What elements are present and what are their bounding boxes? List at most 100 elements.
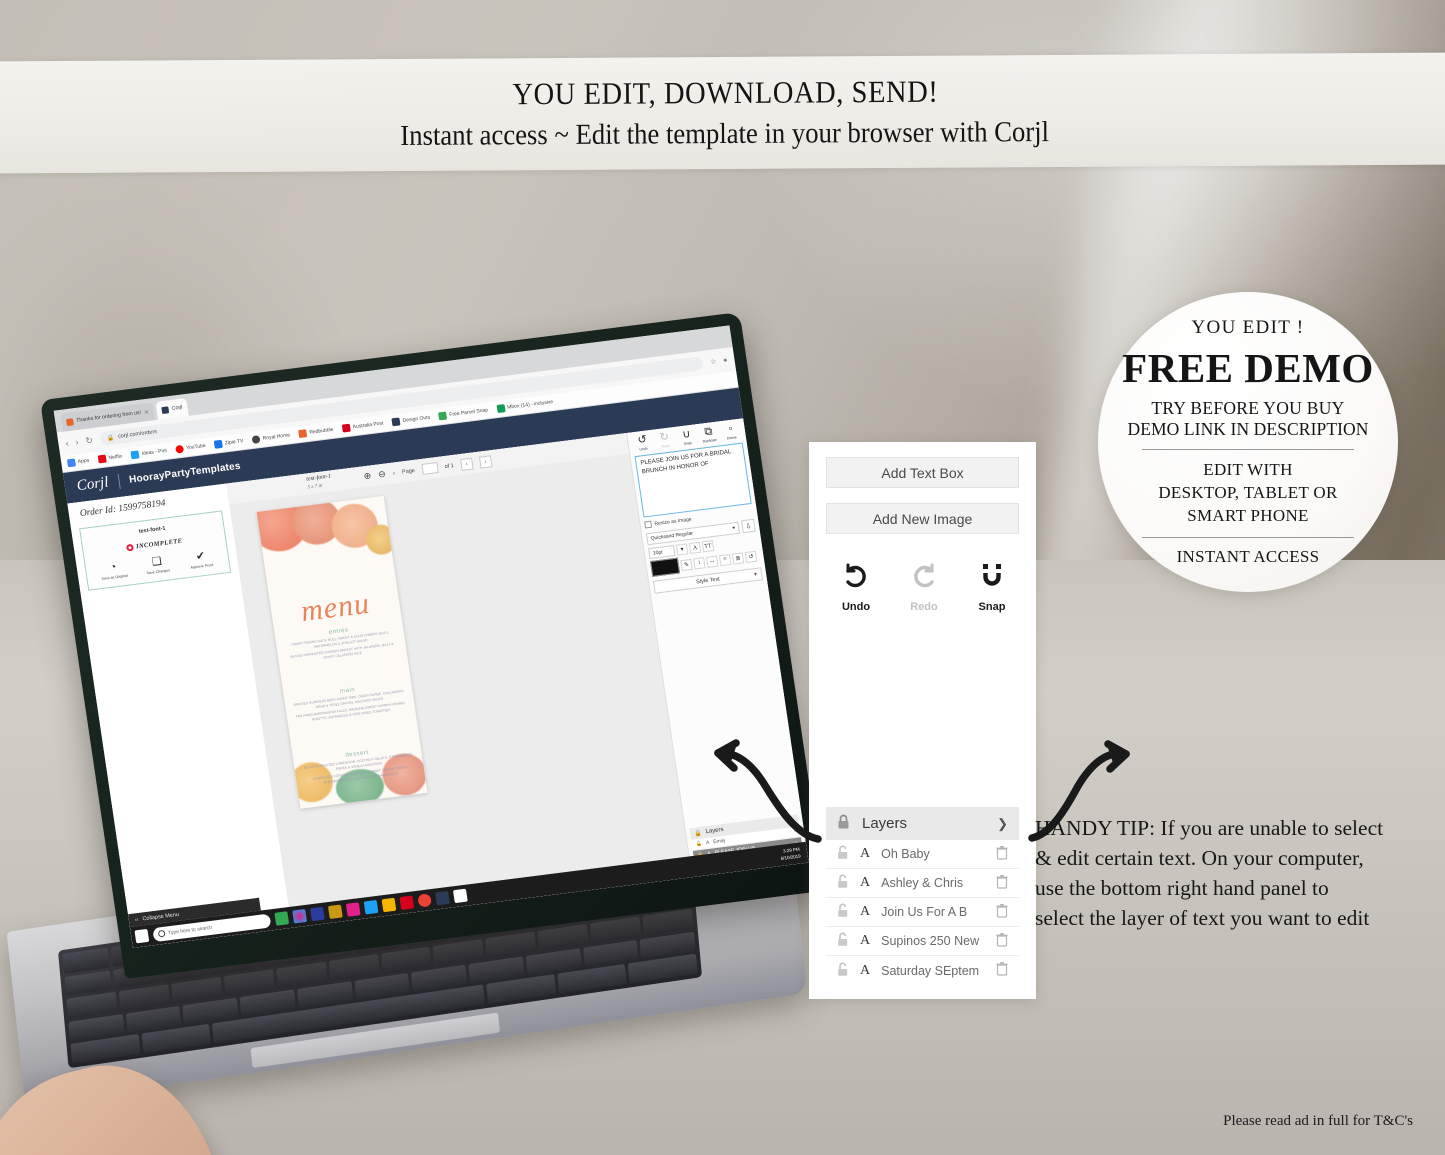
- terms-footer: Please read ad in full for T&C's: [1223, 1113, 1413, 1129]
- delete-icon[interactable]: ▫: [392, 469, 396, 477]
- taskbar-app-icon[interactable]: [345, 902, 361, 917]
- layer-row[interactable]: A Join Us For A B: [826, 898, 1019, 927]
- save-original-button[interactable]: ◔ Save as Original: [98, 561, 130, 582]
- close-icon[interactable]: ✕: [144, 408, 150, 416]
- taskbar-app-icon[interactable]: [327, 904, 343, 919]
- handy-tip-text: HANDY TIP: If you are unable to select &…: [1035, 813, 1445, 933]
- key: [62, 947, 110, 974]
- add-text-box-button[interactable]: Add Text Box: [826, 457, 1019, 488]
- line-height-icon[interactable]: ↕: [693, 556, 706, 570]
- trash-icon[interactable]: [996, 903, 1008, 921]
- curve-text-icon[interactable]: ↺: [744, 550, 758, 563]
- forward-icon[interactable]: ›: [75, 437, 79, 447]
- eyedropper-icon[interactable]: ✎: [680, 558, 693, 571]
- bookmark-item[interactable]: Design Outs: [391, 414, 431, 427]
- text-content-input[interactable]: PLEASE JOIN US FOR A BRIDAL BRUNCH IN HO…: [634, 442, 752, 518]
- bookmark-favicon: [251, 435, 261, 444]
- align-left-icon[interactable]: ≡: [718, 553, 732, 566]
- save-changes-button[interactable]: ❑ Save Changes: [141, 555, 173, 576]
- font-scale-icon[interactable]: A: [688, 541, 702, 554]
- back-icon[interactable]: ‹: [65, 438, 69, 448]
- bookmark-item[interactable]: Mbox (14) - inclusive: [496, 398, 554, 414]
- taskbar-app-icon[interactable]: [363, 899, 379, 915]
- profile-icon[interactable]: ●: [723, 356, 728, 363]
- next-page-button[interactable]: ›: [478, 454, 493, 469]
- editor-delete-button[interactable]: ▫ Delete: [720, 423, 742, 441]
- trash-icon[interactable]: [996, 962, 1008, 979]
- text-color-swatch[interactable]: [650, 557, 681, 577]
- page-number-input[interactable]: [420, 462, 439, 475]
- menu-card-artwork[interactable]: menu entrée CRISPY PEKING DUCK ROLL, SWE…: [256, 495, 428, 809]
- zoom-out-icon[interactable]: ⊖: [377, 469, 386, 481]
- corjl-logo[interactable]: Corjl: [76, 474, 110, 495]
- badge-sub-1: TRY BEFORE YOU BUY: [1151, 398, 1345, 419]
- editor-redo-button[interactable]: ↻ Redo: [654, 431, 676, 449]
- layer-row[interactable]: A Oh Baby: [826, 840, 1019, 869]
- snap-button[interactable]: Snap: [971, 562, 1013, 613]
- browser-tab-1[interactable]: Corjl: [155, 397, 189, 420]
- chevron-down-icon[interactable]: ❯: [997, 816, 1008, 832]
- trash-icon[interactable]: [996, 874, 1008, 892]
- redo-button[interactable]: Redo: [903, 562, 945, 613]
- bookmark-favicon: [214, 439, 224, 449]
- bookmark-item[interactable]: Australia Post: [341, 419, 384, 433]
- layer-row[interactable]: A Saturday SEptem: [826, 956, 1019, 985]
- taskbar-app-icon[interactable]: [435, 890, 450, 906]
- layer-row[interactable]: A Supinos 250 New: [826, 927, 1019, 956]
- lock-open-icon[interactable]: [837, 932, 849, 950]
- layers-panel-header[interactable]: Layers ❯: [826, 807, 1019, 840]
- layer-row[interactable]: A Ashley & Chris: [826, 869, 1019, 898]
- font-upload-button[interactable]: ⇩: [741, 518, 756, 534]
- design-canvas[interactable]: ⊕ ⊖ ▫ Page of 1 ‹ › test-font-1 5 x 7 in: [226, 433, 692, 928]
- undo-button[interactable]: Undo: [835, 562, 877, 613]
- bookmark-item[interactable]: Redbubble: [298, 426, 334, 439]
- lock-open-icon[interactable]: [837, 845, 849, 863]
- bookmark-item[interactable]: Zipie TV: [214, 437, 244, 449]
- bookmark-item[interactable]: Ideas - Pint: [130, 447, 168, 460]
- uppercase-icon[interactable]: TT: [701, 540, 715, 553]
- taskbar-app-icon[interactable]: [274, 911, 290, 926]
- add-new-image-button[interactable]: Add New Image: [826, 503, 1019, 534]
- start-button[interactable]: [134, 928, 150, 944]
- taskbar-app-icon[interactable]: [452, 888, 468, 904]
- tab-favicon: [65, 417, 74, 426]
- prev-page-button[interactable]: ‹: [459, 457, 474, 471]
- zoom-in-icon[interactable]: ⊕: [363, 470, 372, 482]
- bookmark-label: Ideas - Pint: [141, 447, 168, 457]
- approve-proof-button[interactable]: ✔ Approve Proof: [185, 550, 217, 571]
- bookmark-item[interactable]: Netflix: [97, 452, 123, 464]
- lock-open-icon-svg: [838, 932, 848, 946]
- taskbar-app-icon[interactable]: [292, 908, 308, 924]
- bookmark-item[interactable]: Apps: [66, 457, 90, 468]
- proof-card[interactable]: test-font-1 INCOMPLETE ◔ Save as Origina…: [79, 510, 232, 591]
- trash-icon[interactable]: [996, 845, 1008, 863]
- editor-duplicate-button[interactable]: ⧉ Duplicate: [698, 425, 720, 444]
- lock-icon: 🔒: [106, 434, 115, 442]
- lock-open-icon-svg: [838, 962, 848, 976]
- handy-tip-line-2: & edit certain text. On your computer,: [1035, 846, 1364, 871]
- lock-open-icon[interactable]: [837, 962, 849, 980]
- reload-icon[interactable]: ↻: [85, 435, 94, 447]
- lock-open-icon[interactable]: [837, 874, 849, 892]
- font-size-select[interactable]: 10pt: [648, 544, 676, 560]
- header-divider: [117, 474, 121, 490]
- lock-open-icon[interactable]: [837, 903, 849, 921]
- align-center-icon[interactable]: ≣: [731, 551, 745, 565]
- taskbar-app-icon[interactable]: [417, 893, 433, 908]
- editor-snap-button[interactable]: ∪ Snap: [676, 428, 698, 446]
- trash-icon[interactable]: [996, 932, 1008, 950]
- letter-spacing-icon[interactable]: ↔: [705, 555, 719, 568]
- editor-undo-button[interactable]: ↺ Undo: [632, 434, 654, 452]
- taskbar-app-icon[interactable]: [399, 895, 415, 910]
- bookmark-item[interactable]: Royal Home: [251, 431, 291, 444]
- taskbar-app-icon[interactable]: [310, 906, 325, 922]
- bookmark-favicon: [175, 444, 185, 454]
- taskbar-clock[interactable]: 3:29 PM 6/10/2019: [779, 847, 804, 862]
- bookmark-item[interactable]: YouTube: [175, 442, 206, 454]
- bookmark-item[interactable]: Free Parcel Snap: [438, 406, 488, 421]
- star-icon[interactable]: ☆: [709, 357, 717, 366]
- taskbar-app-icon[interactable]: [381, 897, 397, 913]
- chevron-down-icon[interactable]: ▾: [675, 543, 689, 556]
- badge-instant-access: INSTANT ACCESS: [1176, 546, 1320, 566]
- editor-tools: Undo Redo Snap: [835, 562, 1036, 613]
